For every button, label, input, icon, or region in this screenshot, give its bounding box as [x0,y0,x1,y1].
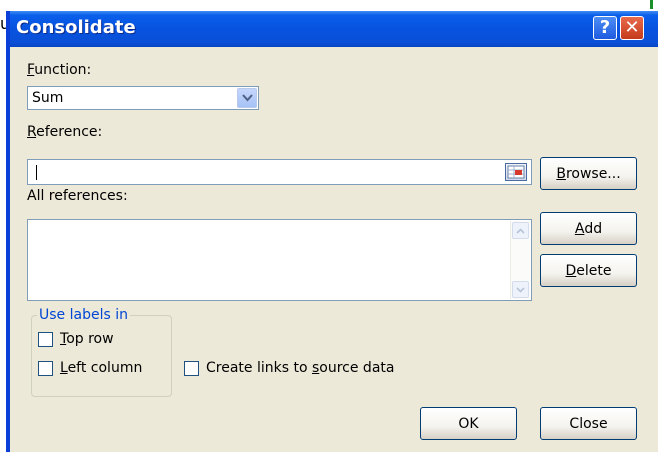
ok-button[interactable]: OK [420,407,517,440]
close-button[interactable]: Close [540,407,637,440]
close-window-button[interactable]: ✕ [620,16,644,40]
use-labels-group [31,315,172,397]
range-select-icon [507,165,525,179]
scroll-up-button[interactable] [512,222,529,239]
background-marker [650,0,653,9]
scroll-down-button[interactable] [512,281,529,298]
delete-button[interactable]: Delete [540,254,637,287]
consolidate-dialog: Consolidate ? ✕ Function: Sum Reference: [6,11,658,452]
all-references-label: All references: [27,188,128,204]
left-column-checkbox[interactable] [38,361,53,376]
vertical-scrollbar[interactable] [510,221,530,299]
add-button[interactable]: Add [540,212,637,245]
top-row-checkbox[interactable] [38,332,53,347]
help-icon: ? [599,17,611,38]
chevron-up-icon [516,227,525,234]
use-labels-legend: Use labels in [37,307,130,323]
browse-button[interactable]: Browse... [540,157,637,190]
close-icon: ✕ [624,17,640,38]
top-row-label: Top row [60,331,114,347]
create-links-label: Create links to source data [206,360,395,376]
create-links-checkbox[interactable] [184,361,199,376]
reference-input[interactable] [27,159,532,185]
chevron-down-icon [516,286,525,293]
function-label: Function: [27,62,92,78]
text-caret [36,165,37,180]
help-button[interactable]: ? [593,16,617,40]
collapse-dialog-button[interactable] [505,163,527,181]
reference-label: Reference: [27,124,103,140]
left-column-label: Left column [60,360,143,376]
dialog-title: Consolidate [16,17,136,38]
chevron-down-icon[interactable] [237,88,257,108]
function-dropdown[interactable]: Sum [27,86,259,110]
function-value: Sum [32,90,64,106]
all-references-list[interactable] [27,219,532,301]
screen: u Consolidate ? ✕ Function: Sum Referenc… [0,0,658,452]
title-bar[interactable]: Consolidate ? ✕ [10,11,658,47]
